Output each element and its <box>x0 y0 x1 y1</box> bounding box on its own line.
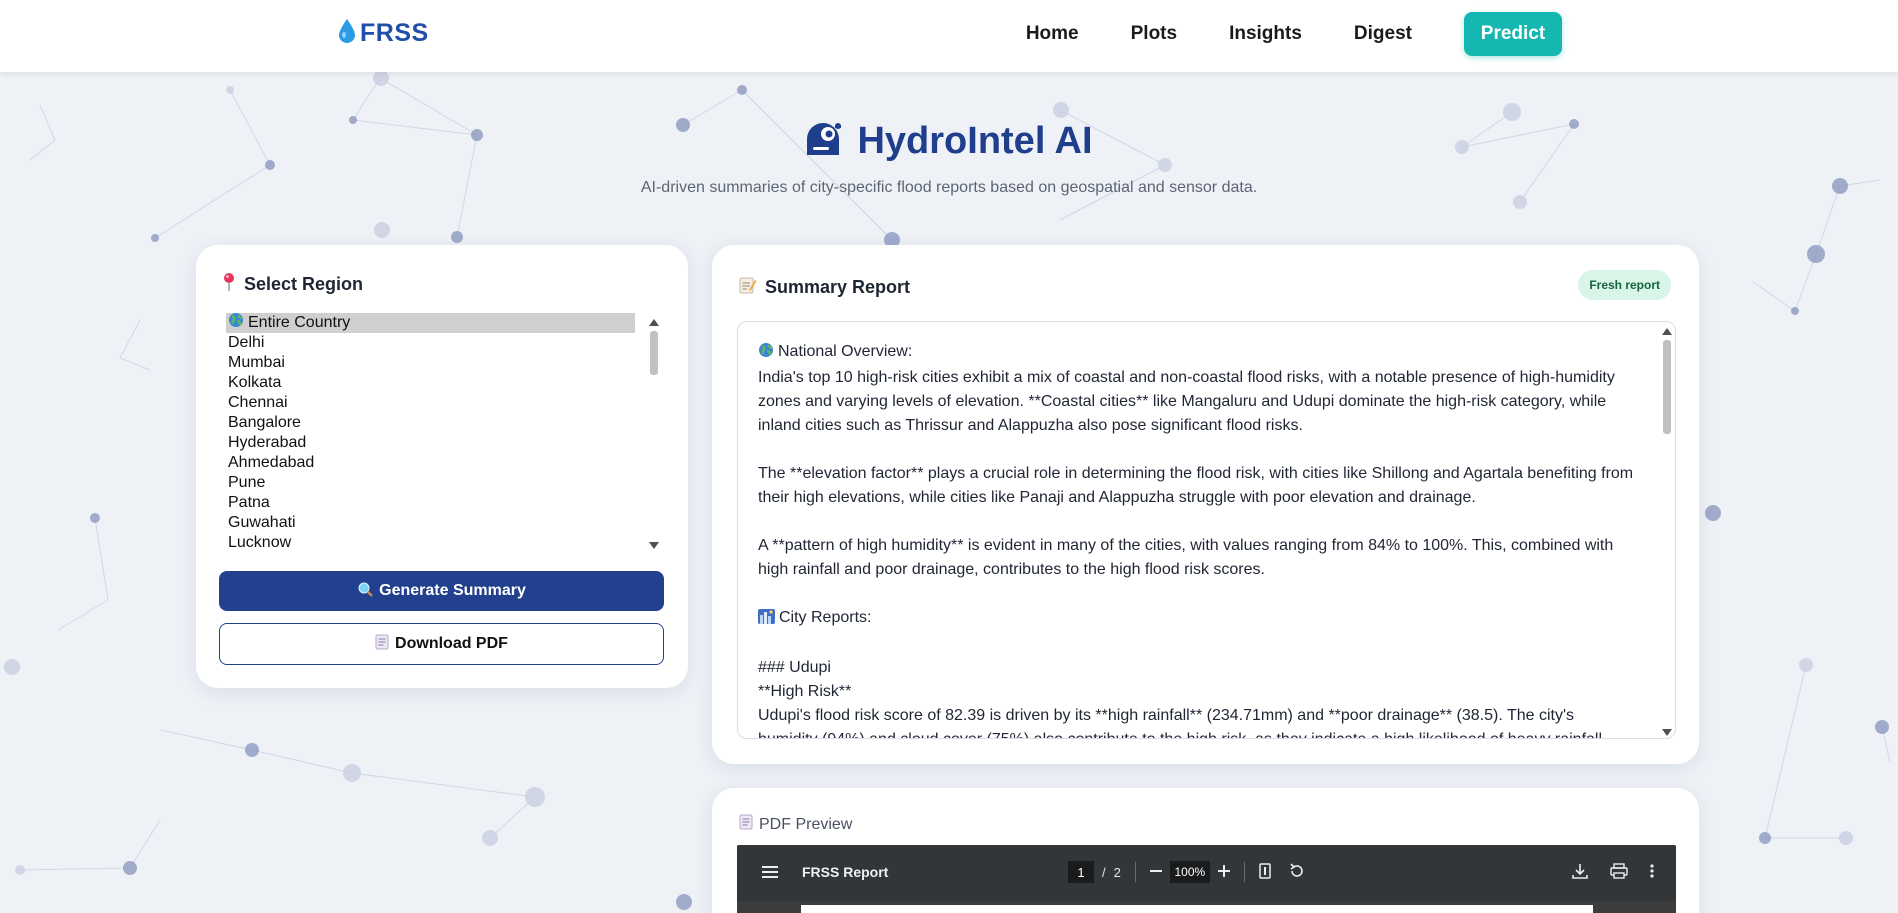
summary-paragraph: Udupi's flood risk score of 82.39 is dri… <box>758 707 1606 738</box>
select-region-card: Select Region Entire Country Delhi Mumba… <box>196 245 688 688</box>
globe-icon <box>228 313 244 334</box>
download-icon[interactable] <box>1572 863 1588 884</box>
summary-report-header: Summary Report <box>739 276 910 299</box>
region-option-kolkata[interactable]: Kolkata <box>226 373 635 393</box>
summary-paragraph: **High Risk** <box>758 683 852 700</box>
summary-report-card: Summary Report Fresh report National Ove… <box>712 245 1699 764</box>
download-pdf-label: Download PDF <box>395 635 508 652</box>
predict-button[interactable]: Predict <box>1464 12 1562 56</box>
pdf-zoom-input[interactable]: 100% <box>1169 861 1210 883</box>
region-option-label: Entire Country <box>248 314 351 331</box>
hero-section: HydroIntel AI AI-driven summaries of cit… <box>0 120 1898 197</box>
select-region-title: Select Region <box>244 274 364 294</box>
region-listbox[interactable]: Entire Country Delhi Mumbai Kolkata Chen… <box>226 313 662 553</box>
scroll-down-arrow-icon[interactable] <box>1662 729 1672 736</box>
summary-paragraph: The **elevation factor** plays a crucial… <box>758 465 1634 506</box>
pdf-toolbar: FRSS Report 1 / 2 100% <box>737 845 1676 901</box>
zoom-in-icon[interactable] <box>1217 864 1230 880</box>
fit-page-icon[interactable] <box>1259 862 1271 882</box>
map-pin-icon <box>222 272 236 297</box>
summary-paragraph: ### Udupi <box>758 659 831 676</box>
more-options-icon[interactable] <box>1650 863 1654 884</box>
fresh-report-badge: Fresh report <box>1578 270 1671 300</box>
generate-summary-button[interactable]: Generate Summary <box>219 571 664 611</box>
region-option-delhi[interactable]: Delhi <box>226 333 635 353</box>
region-option-ahmedabad[interactable]: Ahmedabad <box>226 453 635 473</box>
scroll-up-arrow-icon[interactable] <box>649 319 659 326</box>
region-list-scrollbar[interactable] <box>644 313 662 553</box>
scroll-down-arrow-icon[interactable] <box>649 542 659 549</box>
summary-report-title: Summary Report <box>765 277 911 297</box>
ai-robot-icon <box>805 121 843 162</box>
region-list-scroll-thumb[interactable] <box>650 331 658 375</box>
region-option-pune[interactable]: Pune <box>226 473 635 493</box>
document-icon <box>739 814 753 835</box>
nav-digest-link[interactable]: Digest <box>1354 23 1412 45</box>
pdf-preview-card: PDF Preview FRSS Report 1 / 2 100% <box>712 788 1699 913</box>
summary-paragraph: City Reports: <box>779 609 872 626</box>
zoom-out-icon[interactable] <box>1149 865 1162 880</box>
nav-plots-link[interactable]: Plots <box>1131 23 1177 45</box>
brand-logo[interactable]: FRSS <box>338 18 429 49</box>
nav-links: Home Plots Insights Digest Predict <box>1026 12 1562 56</box>
nav-home-link[interactable]: Home <box>1026 23 1079 45</box>
summary-paragraph: India's top 10 high-risk cities exhibit … <box>758 369 1615 434</box>
summary-paragraph: A **pattern of high humidity** is eviden… <box>758 537 1614 578</box>
summary-text: National Overview: India's top 10 high-r… <box>758 340 1638 738</box>
summary-text-area[interactable]: National Overview: India's top 10 high-r… <box>737 321 1676 739</box>
pdf-page-input[interactable]: 1 <box>1068 861 1094 883</box>
national-overview-heading: National Overview: <box>758 340 1638 366</box>
hero-title-row: HydroIntel AI <box>805 120 1093 163</box>
summary-scrollbar[interactable] <box>1659 322 1675 738</box>
globe-icon <box>758 342 774 366</box>
memo-icon <box>739 276 757 299</box>
cityscape-icon <box>758 608 775 632</box>
rotate-icon[interactable] <box>1289 862 1305 882</box>
pdf-preview-header: PDF Preview <box>739 814 852 835</box>
nav-insights-link[interactable]: Insights <box>1229 23 1302 45</box>
pdf-page-controls: 1 / 2 100% <box>1068 861 1305 883</box>
region-option-entire-country[interactable]: Entire Country <box>226 313 635 333</box>
top-navbar: FRSS Home Plots Insights Digest Predict <box>0 0 1898 72</box>
brand-name: FRSS <box>360 19 429 47</box>
water-drop-icon <box>338 18 356 49</box>
toolbar-divider <box>1134 862 1136 882</box>
city-reports-heading: City Reports: <box>758 606 1638 632</box>
region-option-lucknow[interactable]: Lucknow <box>226 533 635 553</box>
pdf-page-canvas <box>801 905 1593 913</box>
pdf-page-separator: / <box>1102 864 1106 880</box>
summary-scroll-thumb[interactable] <box>1663 340 1671 434</box>
scroll-up-arrow-icon[interactable] <box>1662 328 1672 335</box>
print-icon[interactable] <box>1610 863 1628 884</box>
document-icon <box>375 634 389 655</box>
pdf-preview-title: PDF Preview <box>759 815 853 833</box>
generate-summary-label: Generate Summary <box>379 582 526 599</box>
pdf-viewer[interactable]: FRSS Report 1 / 2 100% <box>737 845 1676 913</box>
pdf-page-total: 2 <box>1113 864 1121 880</box>
region-option-patna[interactable]: Patna <box>226 493 635 513</box>
region-option-hyderabad[interactable]: Hyderabad <box>226 433 635 453</box>
summary-paragraph: National Overview: <box>778 343 913 360</box>
pdf-actions <box>1572 863 1654 884</box>
select-region-header: Select Region <box>222 272 363 297</box>
region-option-chennai[interactable]: Chennai <box>226 393 635 413</box>
toolbar-divider <box>1243 862 1245 882</box>
download-pdf-button[interactable]: Download PDF <box>219 623 664 665</box>
region-option-bangalore[interactable]: Bangalore <box>226 413 635 433</box>
hamburger-menu-icon[interactable] <box>762 865 778 884</box>
pdf-document-title: FRSS Report <box>802 864 889 880</box>
region-option-guwahati[interactable]: Guwahati <box>226 513 635 533</box>
hero-subtitle: AI-driven summaries of city-specific flo… <box>640 179 1258 196</box>
hero-title: HydroIntel AI <box>857 120 1093 162</box>
region-option-mumbai[interactable]: Mumbai <box>226 353 635 373</box>
magnifier-icon <box>357 581 374 602</box>
